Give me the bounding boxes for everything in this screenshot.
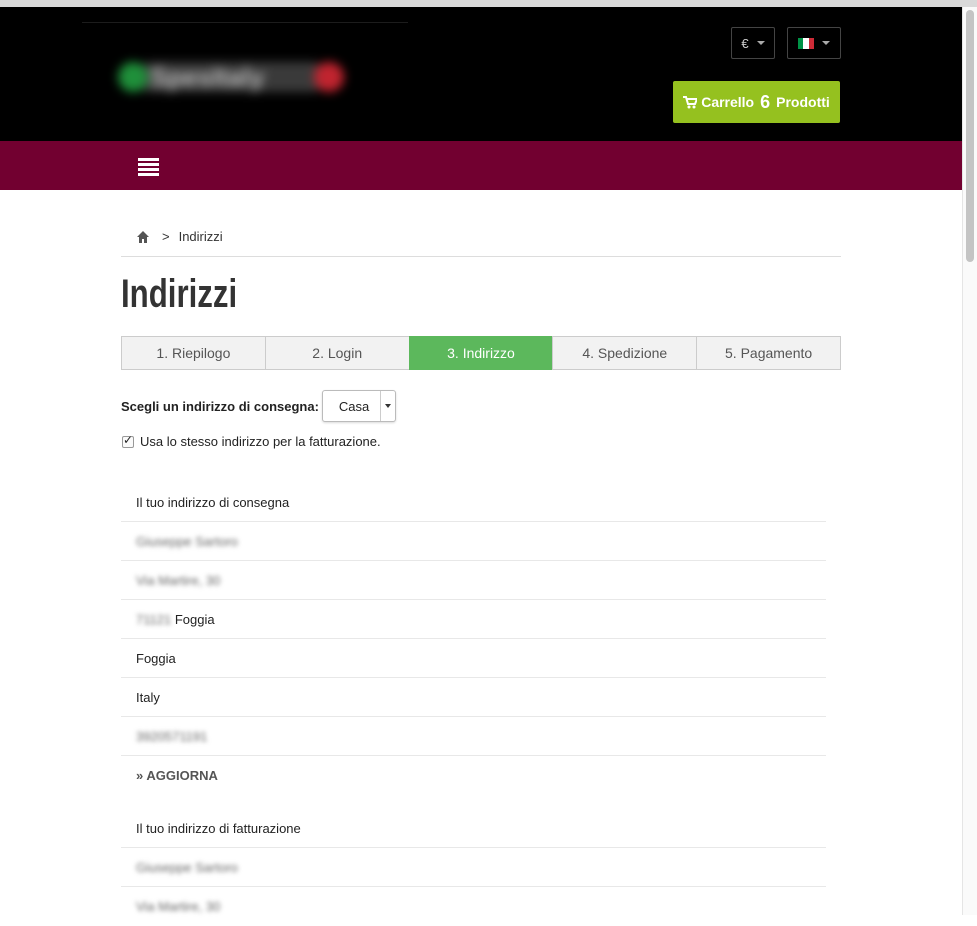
delivery-street: Via Martire, 30	[136, 572, 221, 588]
main-nav-bar	[0, 141, 962, 190]
delivery-select-label: Scegli un indirizzo di consegna:	[121, 398, 319, 414]
breadcrumb-divider	[121, 256, 841, 257]
italy-flag-icon	[798, 37, 814, 49]
delivery-city: Foggia	[174, 611, 215, 627]
update-address-link[interactable]: » AGGIORNA	[136, 768, 218, 783]
cart-button[interactable]: Carrello 6 Prodotti	[673, 81, 840, 123]
billing-street: Via Martire, 30	[136, 899, 221, 914]
scrollbar-thumb[interactable]	[966, 10, 974, 262]
delivery-province: Foggia	[121, 639, 826, 678]
delivery-address-block: Il tuo indirizzo di consegna Giuseppe Sa…	[121, 483, 826, 795]
language-dropdown[interactable]	[787, 27, 841, 59]
delivery-country: Italy	[121, 678, 826, 717]
step-indirizzo[interactable]: 3. Indirizzo	[408, 336, 553, 370]
cart-count: 6	[760, 91, 771, 112]
step-riepilogo[interactable]: 1. Riepilogo	[121, 336, 265, 370]
billing-address-title: Il tuo indirizzo di fatturazione	[121, 809, 826, 848]
delivery-street-row: Via Martire, 30	[121, 561, 826, 600]
step-spedizione[interactable]: 4. Spedizione	[552, 336, 697, 370]
same-billing-checkbox[interactable]	[122, 433, 134, 448]
same-billing-option[interactable]: Usa lo stesso indirizzo per la fatturazi…	[122, 433, 381, 449]
chevron-down-icon	[379, 391, 395, 421]
cart-icon	[683, 95, 698, 108]
breadcrumb-current: Indirizzi	[178, 229, 223, 244]
delivery-city-row: 71121 Foggia	[121, 600, 826, 639]
delivery-phone-row: 3920571191	[121, 717, 826, 756]
step-login[interactable]: 2. Login	[264, 336, 409, 370]
logo-green	[118, 62, 148, 92]
delivery-address-select[interactable]: Casa	[321, 390, 396, 422]
currency-dropdown[interactable]: €	[731, 27, 775, 59]
delivery-postcode: 71121	[136, 611, 172, 627]
delivery-phone: 3920571191	[136, 728, 208, 744]
delivery-name: Giuseppe Sartoro	[136, 533, 238, 549]
chevron-down-icon	[756, 41, 765, 45]
step-pagamento[interactable]: 5. Pagamento	[696, 336, 841, 370]
scrollbar[interactable]	[962, 7, 977, 915]
currency-label: €	[741, 35, 749, 51]
chevron-down-icon	[822, 41, 830, 45]
delivery-address-selector: Scegli un indirizzo di consegna: Casa	[121, 390, 396, 422]
breadcrumb: > Indirizzi	[136, 229, 223, 244]
delivery-select-value: Casa	[338, 398, 370, 414]
billing-street-row: Via Martire, 30	[121, 887, 826, 926]
browser-top-strip	[0, 0, 977, 7]
checkout-steps: 1. Riepilogo 2. Login 3. Indirizzo 4. Sp…	[121, 336, 841, 370]
home-icon[interactable]	[136, 230, 150, 244]
logo-text: SpesItaly	[150, 62, 265, 92]
menu-icon[interactable]	[138, 158, 159, 176]
delivery-update-row: » AGGIORNA	[121, 756, 826, 795]
billing-name-row: Giuseppe Sartoro	[121, 848, 826, 887]
billing-name: Giuseppe Sartoro	[136, 859, 238, 875]
logo-red	[314, 62, 344, 92]
breadcrumb-separator: >	[162, 229, 170, 244]
site-header: SpesItaly € Carrello 6 Prodotti	[0, 7, 962, 141]
delivery-address-title: Il tuo indirizzo di consegna	[121, 483, 826, 522]
same-billing-label: Usa lo stesso indirizzo per la fatturazi…	[140, 434, 381, 449]
cart-label: Carrello	[701, 94, 755, 110]
header-divider	[82, 22, 408, 23]
cart-suffix: Prodotti	[776, 94, 830, 110]
delivery-name-row: Giuseppe Sartoro	[121, 522, 826, 561]
page-title: Indirizzi	[121, 272, 238, 316]
site-logo[interactable]: SpesItaly	[118, 52, 344, 102]
billing-address-block: Il tuo indirizzo di fatturazione Giusepp…	[121, 809, 826, 926]
